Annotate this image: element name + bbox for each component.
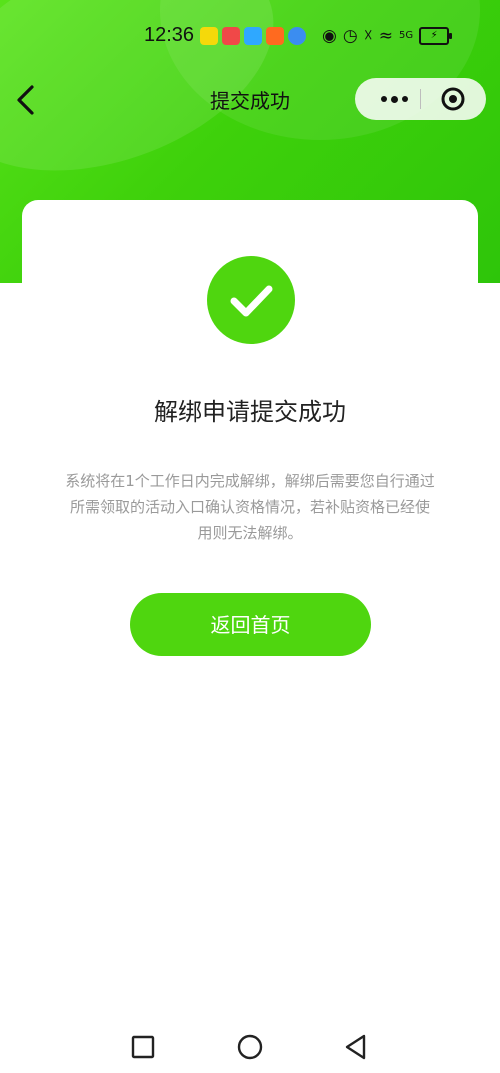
shopping-app-icon — [266, 27, 284, 45]
dot-icon — [380, 96, 387, 102]
dot-icon — [390, 95, 398, 103]
browser-app-icon — [244, 27, 262, 45]
home-nav-button[interactable] — [228, 1025, 272, 1069]
recent-apps-button[interactable] — [121, 1025, 165, 1069]
back-nav-button[interactable] — [334, 1025, 378, 1069]
news-app-icon — [200, 27, 218, 45]
mute-icon: ☓ — [363, 26, 373, 46]
square-icon — [131, 1035, 155, 1059]
eye-icon: ◉ — [322, 26, 337, 46]
signal-5g-icon: 5G — [399, 30, 414, 41]
notification-app-icons — [200, 27, 306, 45]
video-app-icon — [222, 27, 240, 45]
miniprogram-capsule — [355, 78, 486, 120]
more-options-button[interactable] — [369, 78, 419, 120]
triangle-back-icon — [345, 1034, 366, 1060]
return-home-button[interactable]: 返回首页 — [130, 593, 371, 656]
target-icon — [441, 87, 465, 111]
success-check-icon — [207, 256, 295, 344]
alarm-icon: ◷ — [342, 26, 358, 46]
close-miniprogram-button[interactable] — [441, 87, 465, 111]
system-navigation-bar — [0, 1025, 500, 1069]
wifi-icon: ≈ — [378, 26, 393, 46]
circle-icon — [237, 1034, 263, 1060]
status-bar: 12:36 ◉ ◷ ☓ ≈ 5G ⚡ — [0, 0, 500, 70]
globe-app-icon — [288, 27, 306, 45]
dot-icon — [401, 96, 408, 102]
status-time: 12:36 — [144, 24, 195, 46]
checkmark-icon — [230, 285, 273, 317]
capsule-divider — [420, 89, 421, 109]
system-icons: ◉ ◷ ☓ ≈ 5G ⚡ — [322, 26, 453, 46]
result-title: 解绑申请提交成功 — [154, 398, 346, 426]
battery-charging-icon: ⚡ — [419, 27, 453, 45]
result-description: 系统将在1个工作日内完成解绑，解绑后需要您自行通过所需领取的活动入口确认资格情况… — [65, 472, 435, 542]
